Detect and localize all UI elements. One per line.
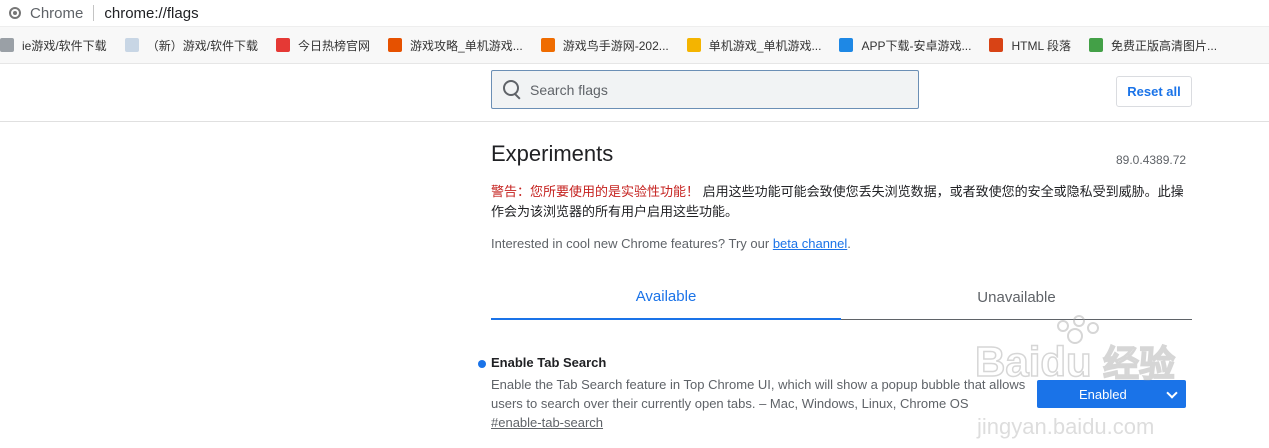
browser-label: Chrome [30,4,84,22]
search-icon [502,79,524,101]
divider [93,5,95,21]
bookmark-favicon-icon [388,38,403,52]
site-info-icon[interactable] [9,7,21,19]
bookmark-label: （新）游戏/软件下载 [146,38,259,53]
beta-promo: Interested in cool new Chrome features? … [491,236,851,251]
bookmark-label: 免费正版高清图片... [1111,38,1218,53]
experiment-state-select[interactable]: Enabled [1037,380,1186,408]
url-text[interactable]: chrome://flags [104,5,198,22]
search-input[interactable] [530,81,890,98]
bookmark-label: 单机游戏_单机游戏... [708,38,822,53]
bookmark-item[interactable]: HTML 段落 [989,37,1071,54]
bookmark-favicon-icon [686,38,701,52]
bookmark-favicon-icon [1089,38,1104,52]
experiment-name: Enable Tab Search [491,355,607,370]
flags-header: Reset all [0,64,1269,122]
tab-unavailable[interactable]: Unavailable [841,275,1192,320]
bookmark-favicon-icon [0,38,14,52]
bookmark-label: 游戏鸟手游网-202... [562,38,669,53]
beta-channel-link[interactable]: beta channel [773,236,847,251]
bookmark-item[interactable]: 游戏攻略_单机游戏... [388,37,523,54]
reset-all-button[interactable]: Reset all [1116,76,1192,107]
address-bar[interactable]: Chrome chrome://flags [0,0,1269,27]
select-value: Enabled [1079,386,1127,402]
experiment-permalink[interactable]: #enable-tab-search [491,415,603,430]
bookmark-label: APP下载-安卓游戏... [861,38,972,53]
bookmark-favicon-icon [124,38,139,52]
bookmark-item[interactable]: APP下载-安卓游戏... [839,37,971,54]
watermark-sub: jingyan.baidu.com [976,414,1154,439]
bookmark-favicon-icon [839,38,854,52]
version-label: 89.0.4389.72 [1116,153,1187,167]
bookmark-item[interactable]: （新）游戏/软件下载 [124,37,259,54]
bookmark-label: ie游戏/软件下载 [22,38,107,53]
bookmark-item[interactable]: 今日热榜官网 [276,37,370,54]
bookmark-favicon-icon [540,38,555,52]
bookmark-label: 游戏攻略_单机游戏... [410,38,523,53]
bookmark-item[interactable]: 单机游戏_单机游戏... [686,37,822,54]
modified-dot-icon [478,360,486,368]
bookmark-item[interactable]: ie游戏/软件下载 [0,37,107,54]
watermark-cn: 经验 [1103,344,1175,385]
bookmark-favicon-icon [989,38,1004,52]
warning-red: 警告：您所要使用的是实验性功能！ [491,184,700,199]
chevron-down-icon [1166,387,1178,399]
experiment-description: Enable the Tab Search feature in Top Chr… [491,377,1026,411]
bookmarks-bar: ie游戏/软件下载 （新）游戏/软件下载 今日热榜官网 游戏攻略_单机游戏... 游戏鸟… [0,27,1269,64]
tab-available[interactable]: Available [491,275,841,320]
bookmark-item[interactable]: 游戏鸟手游网-202... [540,37,669,54]
bookmark-item[interactable]: 免费正版高清图片... [1089,37,1217,54]
search-box[interactable] [491,70,919,109]
tab-strip: Available Unavailable [491,275,1192,320]
bookmark-favicon-icon [276,38,291,52]
page-title: Experiments [491,141,614,166]
bookmark-label: HTML 段落 [1011,38,1072,53]
bookmark-label: 今日热榜官网 [298,38,371,53]
warning-text: 警告：您所要使用的是实验性功能！ 启用这些功能可能会致使您丢失浏览数据，或者致使… [491,182,1191,222]
promo-end: . [847,236,851,251]
promo-text: Interested in cool new Chrome features? … [491,236,770,251]
